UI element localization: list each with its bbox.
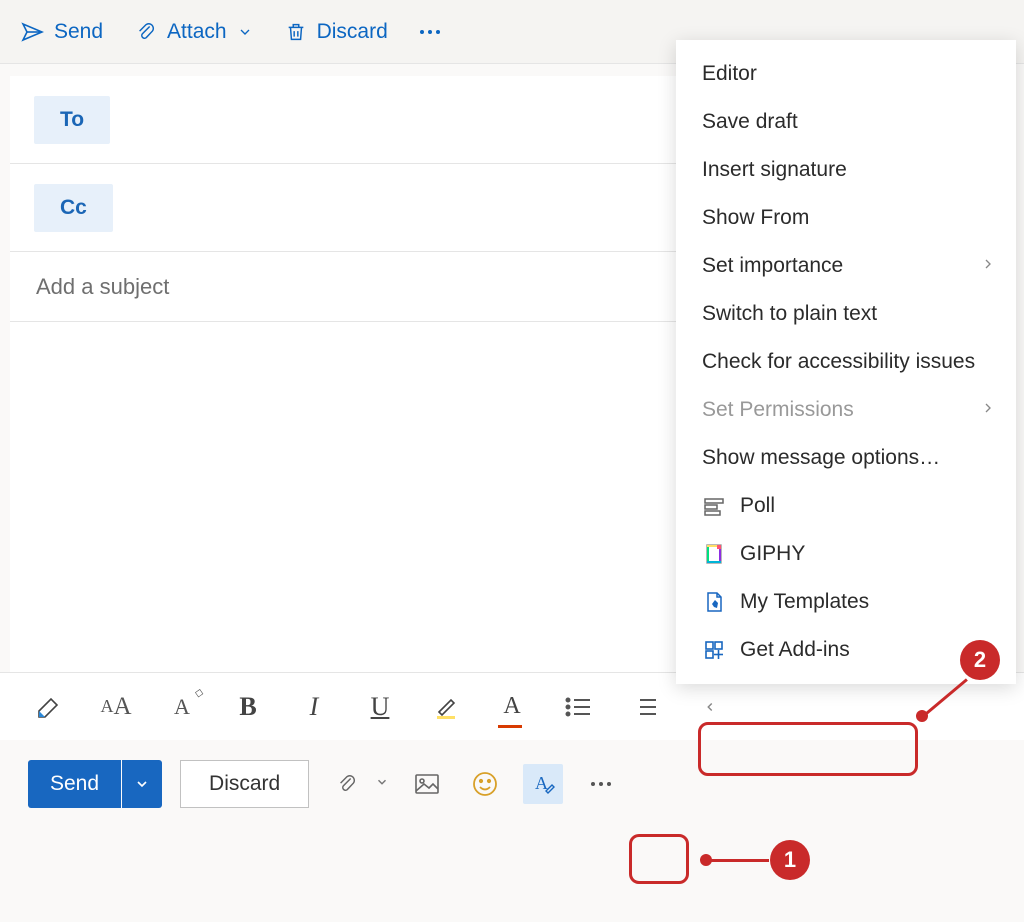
italic-button[interactable]: I xyxy=(296,689,332,725)
menu-item-label: My Templates xyxy=(740,590,869,614)
menu-item-label: Insert signature xyxy=(702,158,847,182)
discard-button-top[interactable]: Discard xyxy=(281,14,392,50)
cc-chip[interactable]: Cc xyxy=(34,184,113,232)
send-bar: Send Discard A xyxy=(0,740,1024,828)
discard-button[interactable]: Discard xyxy=(180,760,309,808)
annotation-line-1 xyxy=(711,859,769,862)
menu-item-label: Show message options… xyxy=(702,446,940,470)
annotation-step-2: 2 xyxy=(960,640,1000,680)
chevron-right-icon xyxy=(980,398,996,422)
menu-item-label: Save draft xyxy=(702,110,798,134)
discard-label: Discard xyxy=(317,20,388,44)
giphy-icon xyxy=(702,542,726,566)
format-more-button[interactable] xyxy=(692,689,728,725)
menu-item-switch-to-plain-text[interactable]: Switch to plain text xyxy=(676,290,1016,338)
templates-icon xyxy=(702,590,726,614)
menu-item-label: Switch to plain text xyxy=(702,302,877,326)
menu-item-check-for-accessibility-issues[interactable]: Check for accessibility issues xyxy=(676,338,1016,386)
more-actions-button[interactable] xyxy=(581,764,621,804)
picture-button[interactable] xyxy=(407,764,447,804)
send-split-button: Send xyxy=(28,760,162,808)
menu-item-poll[interactable]: Poll xyxy=(676,482,1016,530)
annotation-box-more xyxy=(629,834,689,884)
trash-icon xyxy=(285,20,307,44)
menu-item-my-templates[interactable]: My Templates xyxy=(676,578,1016,626)
poll-icon xyxy=(702,494,726,518)
menu-item-label: Check for accessibility issues xyxy=(702,350,975,374)
to-chip[interactable]: To xyxy=(34,96,110,144)
chevron-down-icon xyxy=(375,775,389,794)
font-size-increase-icon[interactable]: AA xyxy=(98,689,134,725)
menu-item-insert-signature[interactable]: Insert signature xyxy=(676,146,1016,194)
bold-button[interactable]: B xyxy=(230,689,266,725)
menu-item-giphy[interactable]: GIPHY xyxy=(676,530,1016,578)
menu-item-label: GIPHY xyxy=(740,542,805,566)
menu-item-label: Show From xyxy=(702,206,809,230)
font-color-button[interactable]: A xyxy=(494,689,530,725)
emoji-button[interactable] xyxy=(465,764,505,804)
menu-item-show-from[interactable]: Show From xyxy=(676,194,1016,242)
menu-item-label: Get Add-ins xyxy=(740,638,850,662)
bullet-list-button[interactable] xyxy=(560,689,596,725)
send-button-top[interactable]: Send xyxy=(16,14,107,50)
paperclip-icon xyxy=(135,20,157,44)
send-label: Send xyxy=(54,20,103,44)
send-dropdown-button[interactable] xyxy=(122,760,162,808)
menu-item-set-importance[interactable]: Set importance xyxy=(676,242,1016,290)
attach-label: Attach xyxy=(167,20,227,44)
paint-format-icon[interactable] xyxy=(32,689,68,725)
font-size-decrease-icon[interactable]: A◇ xyxy=(164,689,200,725)
attach-inline-group[interactable] xyxy=(327,764,389,804)
underline-button[interactable]: U xyxy=(362,689,398,725)
menu-item-label: Set importance xyxy=(702,254,843,278)
addins-icon xyxy=(702,638,726,662)
paperclip-icon xyxy=(327,764,367,804)
menu-item-save-draft[interactable]: Save draft xyxy=(676,98,1016,146)
numbered-list-button[interactable] xyxy=(626,689,662,725)
menu-item-label: Poll xyxy=(740,494,775,518)
annotation-step-1: 1 xyxy=(770,840,810,880)
chevron-down-icon xyxy=(237,24,253,40)
menu-item-show-message-options[interactable]: Show message options… xyxy=(676,434,1016,482)
paper-plane-icon xyxy=(20,20,44,44)
more-actions-menu: Editor Save draft Insert signature Show Fro… xyxy=(676,40,1016,684)
menu-item-label: Editor xyxy=(702,62,757,86)
menu-item-editor[interactable]: Editor xyxy=(676,50,1016,98)
attach-button[interactable]: Attach xyxy=(131,14,257,50)
menu-item-set-permissions: Set Permissions xyxy=(676,386,1016,434)
more-options-top[interactable] xyxy=(416,26,444,38)
highlight-button[interactable] xyxy=(428,689,464,725)
chevron-right-icon xyxy=(980,254,996,278)
menu-item-label: Set Permissions xyxy=(702,398,854,422)
send-button[interactable]: Send xyxy=(28,760,121,808)
show-formatting-button[interactable]: A xyxy=(523,764,563,804)
